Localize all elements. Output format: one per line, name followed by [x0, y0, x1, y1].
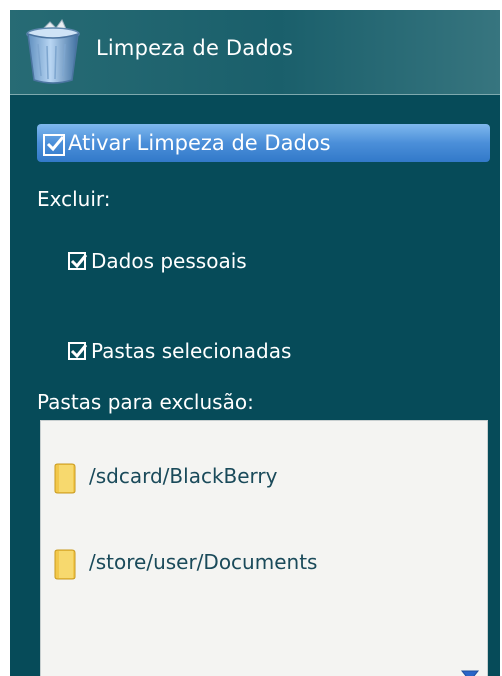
enable-data-wipe-checkbox[interactable]: Ativar Limpeza de Dados	[37, 124, 490, 162]
data-wipe-screen: Limpeza de Dados Ativar Limpeza de Dados…	[10, 10, 500, 676]
checkbox-checked-icon	[68, 342, 88, 360]
personal-data-checkbox[interactable]: Dados pessoais	[68, 248, 247, 274]
exclude-section-label: Excluir:	[37, 187, 111, 211]
selected-folders-label: Pastas selecionadas	[91, 339, 292, 363]
selected-folders-checkbox[interactable]: Pastas selecionadas	[68, 338, 291, 364]
scroll-down-arrow-icon[interactable]	[460, 668, 480, 676]
checkbox-checked-icon	[68, 252, 88, 270]
folder-icon	[53, 462, 77, 494]
folders-to-exclude-label: Pastas para exclusão:	[37, 390, 254, 414]
folder-path: /sdcard/BlackBerry	[89, 464, 278, 488]
enable-data-wipe-label: Ativar Limpeza de Dados	[68, 131, 331, 155]
trash-bin-icon	[22, 16, 84, 86]
checkbox-checked-icon	[43, 134, 65, 156]
folder-list-item[interactable]: /store/user/Documents	[53, 545, 317, 579]
screen-title: Limpeza de Dados	[96, 36, 294, 60]
folder-path: /store/user/Documents	[89, 550, 318, 574]
folder-list[interactable]: /sdcard/BlackBerry /store/user/Documents	[40, 420, 488, 676]
personal-data-label: Dados pessoais	[91, 249, 247, 273]
folder-icon	[53, 548, 77, 580]
folder-list-item[interactable]: /sdcard/BlackBerry	[53, 459, 277, 493]
title-bar: Limpeza de Dados	[10, 10, 500, 95]
